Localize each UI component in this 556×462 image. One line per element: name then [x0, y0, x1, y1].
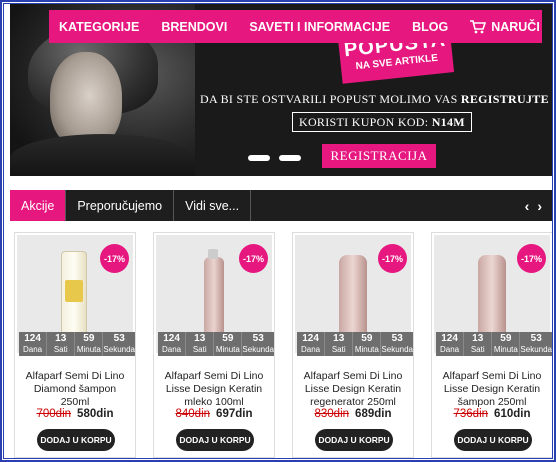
nav-item-cart[interactable]: NARUČI: [459, 10, 551, 43]
product-image-area[interactable]: -17% 124 Dana 13 Sati 59 Minuta 53 Sekunda: [17, 235, 135, 356]
nav-item-brands[interactable]: BRENDOVI: [150, 10, 238, 43]
countdown-days: 124: [441, 333, 458, 344]
countdown-timer: 124 Dana 13 Sati 59 Minuta 53 Sekunda: [158, 332, 274, 356]
countdown-label: Sati: [331, 345, 346, 354]
product-image[interactable]: [61, 251, 87, 337]
tab-vidi-sve[interactable]: Vidi sve...: [174, 190, 252, 221]
countdown-timer: 124 Dana 13 Sati 59 Minuta 53 Sekunda: [297, 332, 413, 356]
countdown-days: 124: [163, 333, 180, 344]
product-card[interactable]: -17% 124 Dana 13 Sati 59 Minuta 53 Sekunda A…: [292, 232, 414, 458]
product-name[interactable]: Alfaparf Semi Di Lino Diamond šampon 250…: [19, 370, 131, 409]
old-price: 830din: [314, 408, 350, 420]
countdown-days: 124: [24, 333, 41, 344]
tab-preporucujemo[interactable]: Preporučujemo: [66, 190, 175, 221]
slider-dots[interactable]: [248, 155, 301, 161]
add-to-cart-button[interactable]: DODAJ U KORPU: [37, 429, 115, 451]
product-image[interactable]: [204, 249, 224, 337]
product-name[interactable]: Alfaparf Semi Di Lino Lisse Design Kerat…: [158, 370, 270, 409]
countdown-minutes: 59: [500, 333, 512, 344]
product-price: 700din 580din: [15, 408, 135, 420]
product-list: -17% 124 Dana 13 Sati 59 Minuta 53 Sekunda A…: [10, 232, 552, 458]
countdown-label: Minuta: [76, 345, 101, 354]
tab-akcije[interactable]: Akcije: [10, 190, 67, 221]
discount-badge: -17%: [100, 244, 129, 273]
countdown-timer: 124 Dana 13 Sati 59 Minuta 53 Sekunda: [19, 332, 135, 356]
product-card[interactable]: -17% 124 Dana 13 Sati 59 Minuta 53 Sekunda A…: [153, 232, 275, 458]
chevron-left-icon[interactable]: ‹: [525, 198, 530, 214]
countdown-label: Sati: [470, 345, 485, 354]
countdown-hours: 13: [55, 333, 67, 344]
countdown-label: Minuta: [354, 345, 379, 354]
countdown-label: Sekunda: [520, 345, 553, 354]
new-price: 610din: [494, 408, 531, 420]
countdown-label: Dana: [23, 345, 43, 354]
slider-dot[interactable]: [279, 155, 301, 161]
countdown-hours: 13: [333, 333, 345, 344]
countdown-label: Dana: [162, 345, 182, 354]
page: POPUSTA NA SVE ARTIKLE DA BI STE OSTVARI…: [3, 3, 553, 459]
old-price: 840din: [175, 408, 211, 420]
countdown-minutes: 59: [361, 333, 373, 344]
countdown-label: Sekunda: [242, 345, 275, 354]
new-price: 689din: [355, 408, 392, 420]
countdown-label: Minuta: [493, 345, 518, 354]
countdown-seconds: 53: [252, 333, 264, 344]
nav-item-advice[interactable]: SAVETI I INFORMACIJE: [238, 10, 401, 43]
product-image-area[interactable]: -17% 124 Dana 13 Sati 59 Minuta 53 Sekunda: [434, 235, 552, 356]
add-to-cart-button[interactable]: DODAJ U KORPU: [176, 429, 254, 451]
countdown-label: Sati: [192, 345, 207, 354]
countdown-timer: 124 Dana 13 Sati 59 Minuta 53 Sekunda: [436, 332, 552, 356]
product-name[interactable]: Alfaparf Semi Di Lino Lisse Design Kerat…: [297, 370, 409, 409]
countdown-minutes: 59: [83, 333, 95, 344]
product-price: 736din 610din: [432, 408, 552, 420]
old-price: 736din: [453, 408, 489, 420]
countdown-hours: 13: [472, 333, 484, 344]
coupon-box: KORISTI KUPON KOD: N14M: [292, 112, 472, 132]
register-button[interactable]: REGISTRACIJA: [322, 144, 436, 168]
slider-dot[interactable]: [248, 155, 270, 161]
chevron-right-icon[interactable]: ›: [537, 198, 542, 214]
new-price: 697din: [216, 408, 253, 420]
countdown-label: Sati: [53, 345, 68, 354]
add-to-cart-button[interactable]: DODAJ U KORPU: [315, 429, 393, 451]
countdown-days: 124: [302, 333, 319, 344]
product-image-area[interactable]: -17% 124 Dana 13 Sati 59 Minuta 53 Sekunda: [156, 235, 274, 356]
countdown-hours: 13: [194, 333, 206, 344]
countdown-seconds: 53: [530, 333, 542, 344]
product-tabs: Akcije Preporučujemo Vidi sve... ‹ ›: [10, 190, 552, 221]
countdown-seconds: 53: [113, 333, 125, 344]
product-image-area[interactable]: -17% 124 Dana 13 Sati 59 Minuta 53 Sekunda: [295, 235, 413, 356]
new-price: 580din: [77, 408, 114, 420]
discount-badge: -17%: [378, 244, 407, 273]
product-card[interactable]: -17% 124 Dana 13 Sati 59 Minuta 53 Sekunda A…: [14, 232, 136, 458]
countdown-label: Sekunda: [103, 345, 136, 354]
nav-item-categories[interactable]: KATEGORIJE: [49, 10, 150, 43]
countdown-minutes: 59: [222, 333, 234, 344]
product-image[interactable]: [339, 255, 367, 337]
cart-icon: [470, 19, 487, 33]
old-price: 700din: [36, 408, 72, 420]
nav-item-blog[interactable]: BLOG: [401, 10, 459, 43]
countdown-seconds: 53: [391, 333, 403, 344]
top-navigation: KATEGORIJE BRENDOVI SAVETI I INFORMACIJE…: [49, 10, 542, 43]
countdown-label: Sekunda: [381, 345, 414, 354]
discount-badge: -17%: [239, 244, 268, 273]
add-to-cart-button[interactable]: DODAJ U KORPU: [454, 429, 532, 451]
banner-message: DA BI STE OSTVARILI POPUST MOLIMO VAS RE…: [200, 92, 552, 106]
product-card[interactable]: -17% 124 Dana 13 Sati 59 Minuta 53 Sekunda A…: [431, 232, 552, 458]
product-name[interactable]: Alfaparf Semi Di Lino Lisse Design Kerat…: [436, 370, 548, 409]
countdown-label: Dana: [440, 345, 460, 354]
discount-badge: -17%: [517, 244, 546, 273]
countdown-label: Minuta: [215, 345, 240, 354]
product-image[interactable]: [478, 255, 506, 337]
countdown-label: Dana: [301, 345, 321, 354]
product-price: 830din 689din: [293, 408, 413, 420]
carousel-arrows: ‹ ›: [525, 190, 552, 221]
product-price: 840din 697din: [154, 408, 274, 420]
